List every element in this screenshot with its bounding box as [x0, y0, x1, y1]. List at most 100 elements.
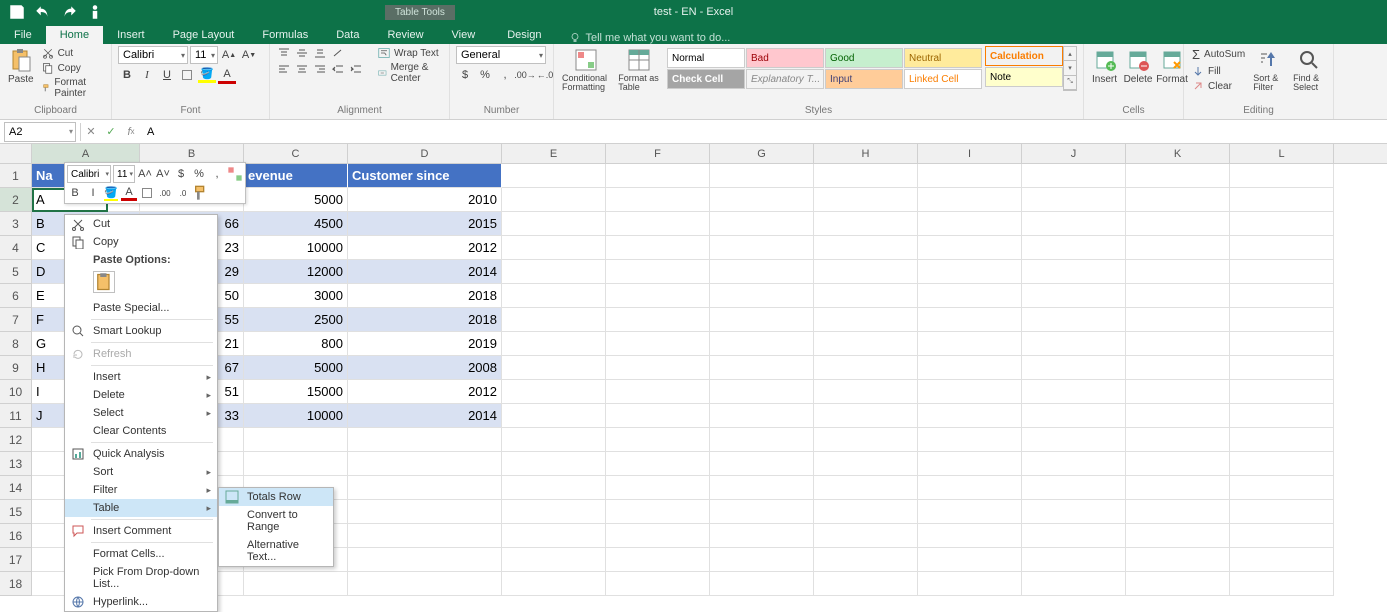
cell[interactable]	[606, 188, 710, 212]
cell[interactable]	[502, 236, 606, 260]
tab-page-layout[interactable]: Page Layout	[159, 26, 249, 44]
cell[interactable]: evenue	[244, 164, 348, 188]
column-header[interactable]: B	[140, 144, 244, 163]
cell[interactable]	[502, 332, 606, 356]
ctx-quick-analysis[interactable]: Quick Analysis	[65, 445, 217, 463]
cell[interactable]	[348, 428, 502, 452]
cell[interactable]	[918, 260, 1022, 284]
cell[interactable]	[1022, 404, 1126, 428]
ctx-sort[interactable]: Sort▸	[65, 463, 217, 481]
number-format-combo[interactable]: General	[456, 46, 546, 64]
cell[interactable]	[606, 332, 710, 356]
cell[interactable]: 2012	[348, 380, 502, 404]
mini-inc-decimal[interactable]: .00	[157, 185, 173, 201]
cell[interactable]	[1022, 476, 1126, 500]
redo-button[interactable]	[60, 3, 78, 21]
cell[interactable]	[606, 500, 710, 524]
tab-view[interactable]: View	[438, 26, 490, 44]
cell[interactable]	[918, 476, 1022, 500]
cell[interactable]: 800	[244, 332, 348, 356]
cell[interactable]	[814, 284, 918, 308]
mini-percent[interactable]: %	[191, 166, 207, 182]
cell[interactable]	[502, 548, 606, 572]
cell[interactable]	[1230, 404, 1334, 428]
cell[interactable]	[502, 380, 606, 404]
find-select-button[interactable]: Find & Select	[1291, 46, 1327, 94]
cell[interactable]	[502, 284, 606, 308]
row-header[interactable]: 12	[0, 428, 32, 452]
cell[interactable]	[918, 548, 1022, 572]
cell[interactable]	[1126, 356, 1230, 380]
cell[interactable]	[502, 428, 606, 452]
ctx-format-cells[interactable]: Format Cells...	[65, 545, 217, 563]
orientation-button[interactable]	[330, 46, 346, 60]
decrease-decimal-button[interactable]: ←.0	[536, 66, 554, 84]
cell[interactable]	[1126, 452, 1230, 476]
cell[interactable]	[1230, 308, 1334, 332]
cell[interactable]	[918, 188, 1022, 212]
cell[interactable]	[606, 404, 710, 428]
cell[interactable]	[348, 572, 502, 596]
cell[interactable]	[1126, 476, 1230, 500]
style-neutral[interactable]: Neutral	[904, 48, 982, 68]
italic-button[interactable]: I	[138, 66, 156, 84]
row-header[interactable]: 8	[0, 332, 32, 356]
tab-file[interactable]: File	[0, 26, 46, 44]
increase-indent-button[interactable]	[348, 62, 364, 76]
cell[interactable]	[918, 164, 1022, 188]
cell[interactable]	[348, 524, 502, 548]
cell[interactable]: 10000	[244, 236, 348, 260]
save-button[interactable]	[8, 3, 26, 21]
cell[interactable]	[1230, 212, 1334, 236]
cell[interactable]: 2008	[348, 356, 502, 380]
align-top-button[interactable]	[276, 46, 292, 60]
row-header[interactable]: 16	[0, 524, 32, 548]
cell[interactable]	[1230, 548, 1334, 572]
row-header[interactable]: 9	[0, 356, 32, 380]
cell[interactable]	[1230, 260, 1334, 284]
style-good[interactable]: Good	[825, 48, 903, 68]
cell[interactable]	[606, 260, 710, 284]
format-cells-button[interactable]: Format	[1157, 46, 1187, 87]
format-as-table-button[interactable]: Format as Table	[616, 46, 661, 94]
touch-mode-button[interactable]	[86, 3, 104, 21]
row-header[interactable]: 7	[0, 308, 32, 332]
cell[interactable]	[918, 284, 1022, 308]
cell[interactable]	[1022, 524, 1126, 548]
tab-data[interactable]: Data	[322, 26, 373, 44]
paste-button[interactable]: Paste	[6, 46, 36, 87]
cell[interactable]	[710, 380, 814, 404]
cell[interactable]	[710, 572, 814, 596]
copy-button[interactable]: Copy	[40, 61, 105, 75]
cut-button[interactable]: Cut	[40, 46, 105, 60]
row-header[interactable]: 17	[0, 548, 32, 572]
cell[interactable]	[710, 500, 814, 524]
cell[interactable]	[502, 500, 606, 524]
row-header[interactable]: 10	[0, 380, 32, 404]
autosum-button[interactable]: ΣAutoSum	[1190, 46, 1247, 63]
cell[interactable]	[814, 404, 918, 428]
insert-cells-button[interactable]: Insert	[1090, 46, 1119, 87]
cell[interactable]	[606, 164, 710, 188]
cell[interactable]: 4500	[244, 212, 348, 236]
ctx-delete[interactable]: Delete▸	[65, 386, 217, 404]
cell[interactable]	[814, 308, 918, 332]
cell[interactable]	[814, 380, 918, 404]
column-header[interactable]: A	[32, 144, 140, 163]
cell[interactable]	[814, 476, 918, 500]
align-bottom-button[interactable]	[312, 46, 328, 60]
cell[interactable]	[502, 356, 606, 380]
cell[interactable]: 2500	[244, 308, 348, 332]
cell[interactable]	[1022, 548, 1126, 572]
style-bad[interactable]: Bad	[746, 48, 824, 68]
cell[interactable]	[1126, 260, 1230, 284]
cell[interactable]: 12000	[244, 260, 348, 284]
cell[interactable]: 2019	[348, 332, 502, 356]
mini-italic[interactable]: I	[85, 185, 101, 201]
cell-styles-gallery[interactable]: Normal Bad Good Neutral Check Cell Expla…	[665, 46, 984, 91]
tab-formulas[interactable]: Formulas	[248, 26, 322, 44]
cell[interactable]	[814, 572, 918, 596]
cell[interactable]	[1126, 428, 1230, 452]
column-header[interactable]: H	[814, 144, 918, 163]
cell[interactable]	[710, 236, 814, 260]
